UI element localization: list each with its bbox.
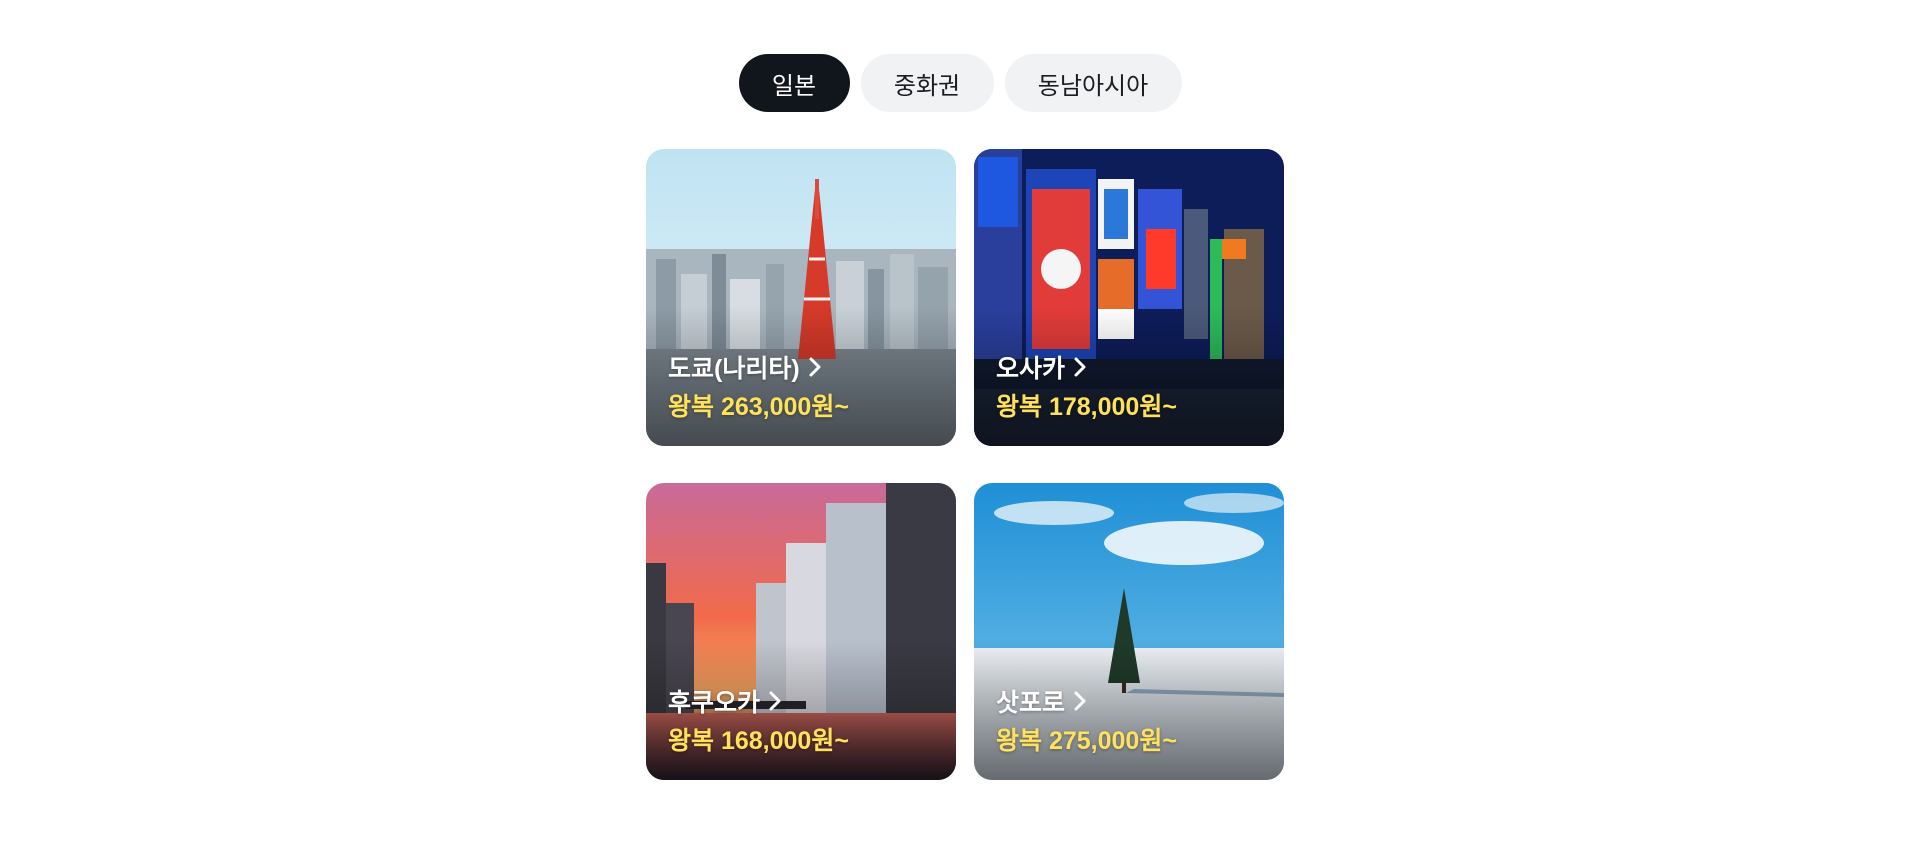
tab-southeast-asia[interactable]: 동남아시아 (1004, 54, 1182, 112)
tab-greater-china[interactable]: 중화권 (860, 54, 994, 112)
price-label: 왕복 275,000원~ (996, 727, 1177, 755)
card-title: 후쿠오카 (668, 683, 784, 719)
city-name: 도쿄(나리타) (668, 355, 800, 383)
chevron-right-icon (806, 356, 824, 378)
destination-card-fukuoka[interactable]: 후쿠오카 왕복 168,000원~ (646, 483, 956, 780)
card-title: 오사카 (996, 349, 1089, 385)
tab-japan[interactable]: 일본 (738, 54, 850, 112)
chevron-right-icon (1071, 356, 1089, 378)
card-title: 삿포로 (996, 683, 1089, 719)
destination-card-sapporo[interactable]: 삿포로 왕복 275,000원~ (974, 483, 1284, 780)
destination-card-tokyo[interactable]: 도쿄(나리타) 왕복 263,000원~ (646, 149, 956, 446)
price-label: 왕복 178,000원~ (996, 393, 1177, 421)
price-label: 왕복 168,000원~ (668, 727, 849, 755)
region-tabs: 일본 중화권 동남아시아 (0, 54, 1920, 112)
city-name: 오사카 (996, 355, 1066, 383)
city-name: 삿포로 (996, 689, 1066, 717)
destination-card-osaka[interactable]: 오사카 왕복 178,000원~ (974, 149, 1284, 446)
city-name: 후쿠오카 (668, 689, 761, 717)
chevron-right-icon (1071, 690, 1089, 712)
price-label: 왕복 263,000원~ (668, 393, 849, 421)
chevron-right-icon (766, 690, 784, 712)
card-title: 도쿄(나리타) (668, 349, 824, 385)
